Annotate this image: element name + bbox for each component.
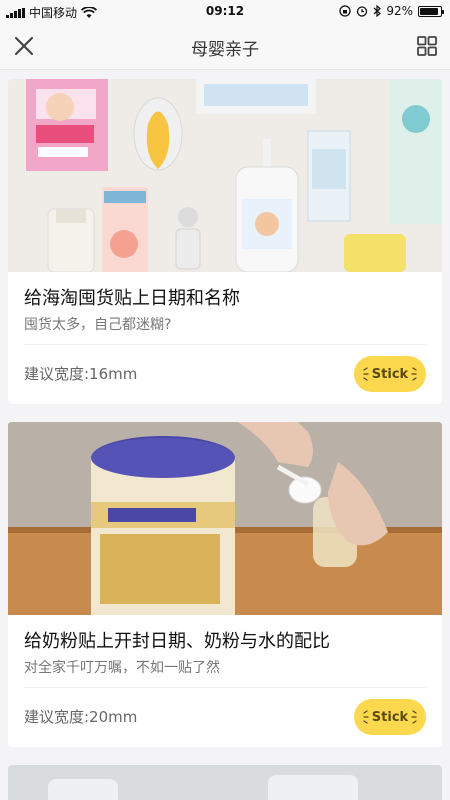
stick-button[interactable]: Stick [354,356,426,392]
nav-bar: 母婴亲子 [0,22,450,70]
stick-button[interactable]: Stick [354,699,426,735]
card-body: 给奶粉贴上开封日期、奶粉与水的配比 对全家千叮万嘱，不如一贴了然 建议宽度:20… [8,615,442,744]
sparkle-icon [363,367,369,381]
stick-button-label: Stick [371,709,409,725]
card-image-milk-powder[interactable] [8,422,442,615]
card-footer: 建议宽度:16mm Stick [24,345,426,401]
list-item[interactable]: 给奶粉贴上开封日期、奶粉与水的配比 对全家千叮万嘱，不如一贴了然 建议宽度:20… [8,422,442,747]
card-title: 给海淘囤货贴上日期和名称 [24,288,240,309]
card-subtitle: 囤货太多，自己都迷糊? [24,317,172,333]
feed-list[interactable]: 给海淘囤货贴上日期和名称 囤货太多，自己都迷糊? 建议宽度:16mm Stick [0,70,450,800]
stick-button-label: Stick [371,366,409,382]
card-footer: 建议宽度:20mm Stick [24,688,426,744]
alarm-icon [357,6,368,17]
list-item[interactable]: 给海淘囤货贴上日期和名称 囤货太多，自己都迷糊? 建议宽度:16mm Stick [8,79,442,404]
sparkle-icon [363,710,369,724]
battery-icon [418,5,444,17]
card-image-baby-products[interactable] [8,79,442,272]
card-body: 给海淘囤货贴上日期和名称 囤货太多，自己都迷糊? 建议宽度:16mm Stick [8,272,442,401]
suggested-width: 建议宽度:20mm [24,708,138,726]
battery-percent: 92% [386,4,413,18]
status-right: 92% [339,4,444,18]
list-item[interactable] [8,765,442,800]
status-bar: 中国移动 09:12 92% [0,0,450,22]
page-title: 母婴亲子 [191,40,259,60]
card-subtitle: 对全家千叮万嘱，不如一贴了然 [24,660,220,676]
battery-level [420,7,439,15]
sparkle-icon [411,710,417,724]
bluetooth-icon [373,5,382,17]
suggested-width: 建议宽度:16mm [24,365,138,383]
grid-icon[interactable] [416,35,438,57]
lock-rotation-icon [339,5,351,17]
sparkle-icon [411,367,417,381]
card-title: 给奶粉贴上开封日期、奶粉与水的配比 [24,631,330,652]
card-image-partial[interactable] [8,765,442,800]
